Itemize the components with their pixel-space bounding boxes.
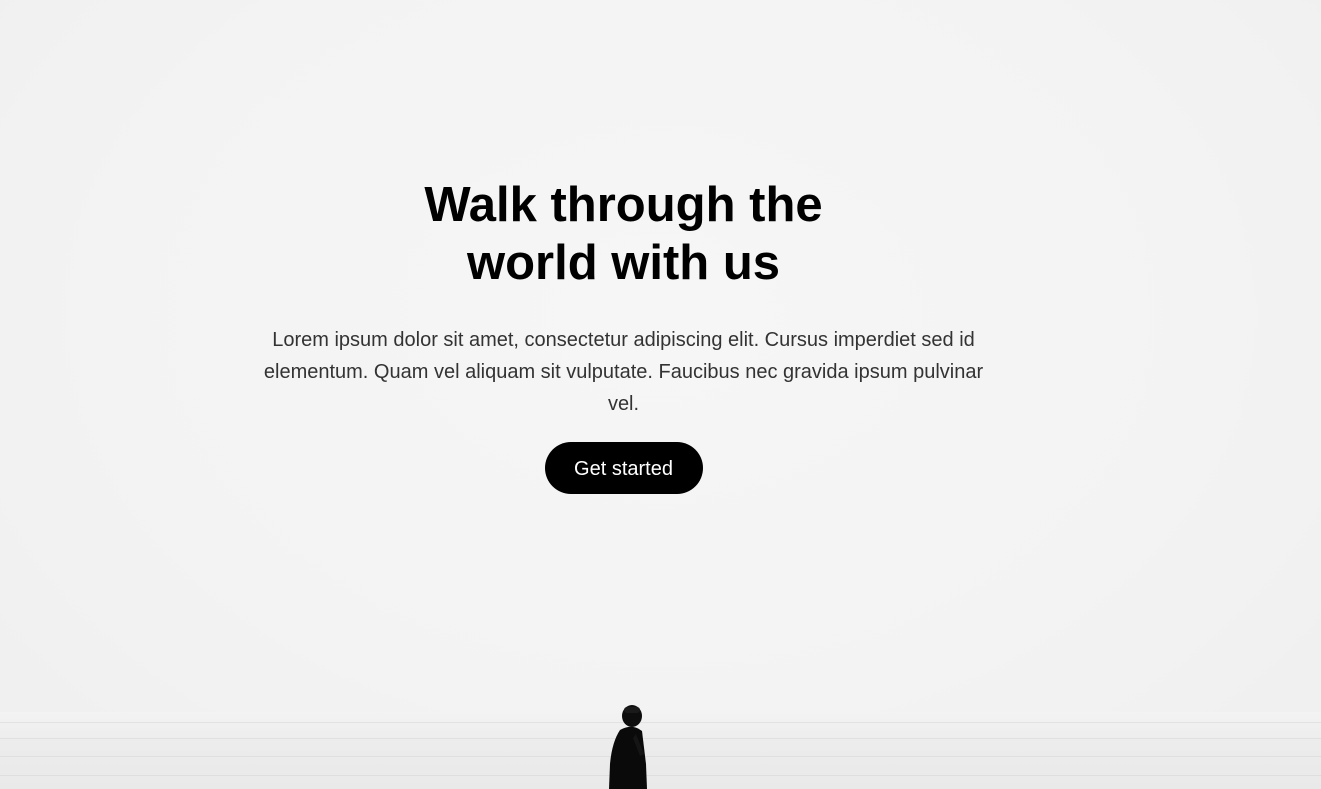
hero-content: Walk through the world with us Lorem ips… bbox=[0, 176, 1247, 494]
hero-headline: Walk through the world with us bbox=[424, 178, 823, 290]
get-started-button[interactable]: Get started bbox=[544, 442, 703, 494]
hero-description: Lorem ipsum dolor sit amet, consectetur … bbox=[263, 329, 984, 415]
snow-ground bbox=[0, 712, 1321, 789]
walking-person-silhouette bbox=[609, 705, 647, 789]
